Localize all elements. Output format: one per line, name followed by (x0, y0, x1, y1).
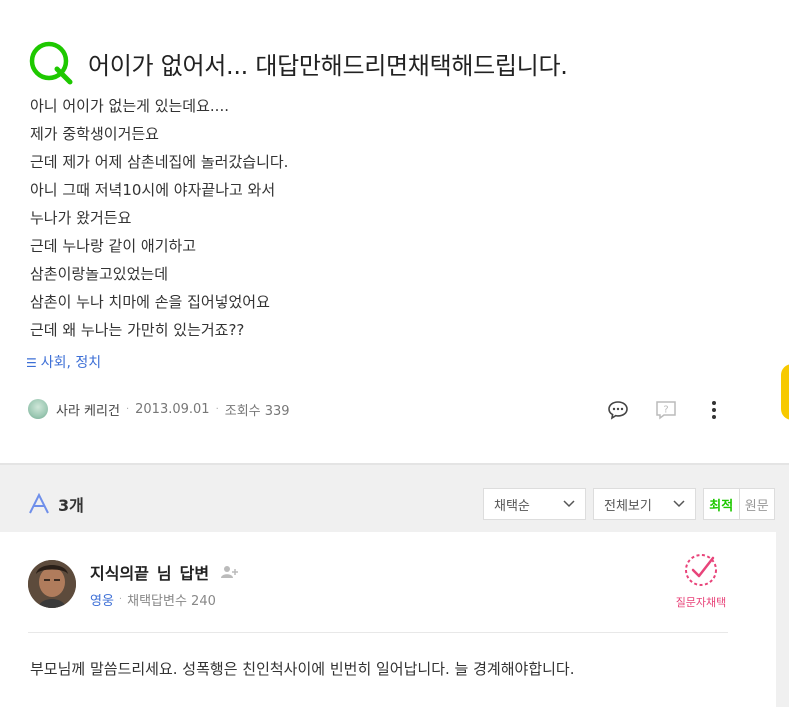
answer-count-value: 3개 (58, 496, 84, 515)
question-actions: ? (606, 398, 726, 422)
sort-select[interactable]: 채택순 (483, 488, 586, 520)
question-category-link[interactable]: ☰ 사회, 정치 (26, 352, 101, 372)
filter-select[interactable]: 전체보기 (593, 488, 696, 520)
answer-count: 3개 (28, 492, 84, 516)
question-header: 어이가 없어서... 대답만해드리면채택해드립니다. (28, 40, 568, 86)
author-avatar[interactable] (28, 399, 48, 419)
answerer-grade[interactable]: 영웅 (90, 590, 114, 609)
answers-header: 3개 채택순 전체보기 최적 원문 (0, 478, 789, 532)
question-body-line: 근데 제가 어제 삼촌네집에 놀러갔습니다. (30, 153, 289, 171)
more-vertical-icon (712, 401, 716, 419)
page: 어이가 없어서... 대답만해드리면채택해드립니다. 아니 어이가 없는게 있는… (0, 0, 789, 707)
list-icon: ☰ (26, 356, 37, 370)
question-date: 2013.09.01 (135, 401, 210, 417)
sort-select-value: 채택순 (494, 498, 530, 514)
toggle-original[interactable]: 원문 (740, 489, 775, 519)
more-options-button[interactable] (702, 398, 726, 422)
chevron-down-icon (673, 500, 685, 508)
chevron-down-icon (563, 500, 575, 508)
comment-icon (608, 401, 628, 420)
question-body-line: 근데 누나랑 같이 애기하고 (30, 237, 197, 255)
answerer-info: 영웅 · 채택답변수 240 (90, 590, 216, 609)
answerer-avatar[interactable] (28, 560, 76, 608)
avatar-photo (28, 560, 76, 608)
chosen-label: 질문자채택 (675, 596, 727, 609)
answer-text: 부모님께 말씀드리세요. 성폭행은 친인척사이에 빈번히 일어납니다. 늘 경계… (30, 660, 575, 678)
question-q-icon (29, 41, 73, 85)
question-body-line: 누나가 왔거든요 (30, 209, 132, 227)
question-meta: 사라 케리건 · 2013.09.01 · 조회수 339 (28, 399, 290, 419)
filter-select-value: 전체보기 (604, 498, 652, 514)
report-icon: ? (656, 401, 676, 420)
question-body-line: 삼촌이랑놀고있었는데 (30, 265, 169, 283)
answerer-name[interactable]: 지식의끝 (90, 560, 149, 584)
section-divider (0, 463, 789, 465)
side-floating-badge[interactable] (781, 364, 789, 420)
question-body-line: 제가 중학생이거든요 (30, 125, 159, 143)
comment-button[interactable] (606, 398, 630, 422)
toggle-best[interactable]: 최적 (704, 489, 740, 519)
question-body-line: 아니 그때 저녁10시에 야자끝나고 와서 (30, 181, 276, 199)
meta-separator: · (125, 403, 130, 415)
report-button[interactable]: ? (654, 398, 678, 422)
question-author[interactable]: 사라 케리건 (56, 400, 120, 419)
answerer-adopted-count: 채택답변수 240 (127, 594, 216, 609)
answer-a-icon (29, 493, 49, 514)
answer-divider (28, 632, 728, 633)
meta-separator: · (118, 594, 123, 605)
question-body-line: 삼촌이 누나 치마에 손을 집어넣었어요 (30, 293, 270, 311)
question-category-label: 사회, 정치 (40, 355, 102, 371)
chosen-check-icon (685, 554, 717, 586)
follow-user-icon[interactable] (221, 565, 239, 579)
answer-card: 지식의끝 님 답변 영웅 · 채택답변수 240 질문자채택 부모님께 말씀드리… (0, 532, 776, 707)
question-body-line: 근데 왜 누나는 가만히 있는거죠?? (30, 321, 245, 339)
svg-text:?: ? (663, 405, 668, 416)
answerer-honorific: 님 (156, 564, 172, 583)
meta-separator: · (215, 403, 219, 415)
question-views: 조회수 339 (224, 403, 290, 419)
view-toggle: 최적 원문 (703, 488, 775, 520)
answer-label: 답변 (179, 564, 210, 583)
question-body: 아니 어이가 없는게 있는데요.... 제가 중학생이거든요 근데 제가 어제 … (30, 92, 288, 344)
question-body-line: 아니 어이가 없는게 있는데요.... (30, 97, 229, 115)
answerer-name-row: 지식의끝 님 답변 (90, 560, 239, 584)
question-title: 어이가 없어서... 대답만해드리면채택해드립니다. (88, 51, 568, 80)
questioner-chosen-badge: 질문자채택 (666, 552, 736, 610)
